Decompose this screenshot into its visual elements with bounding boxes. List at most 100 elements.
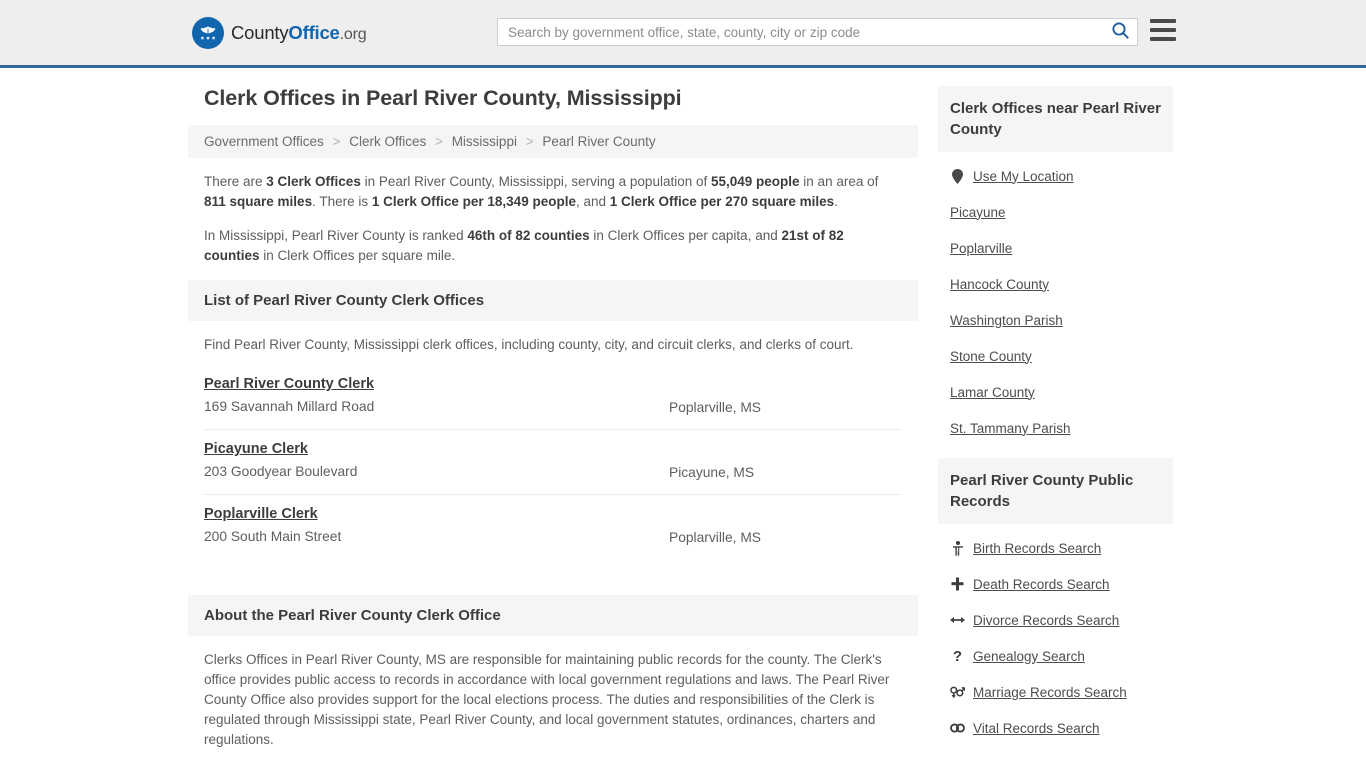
sidebar-item-vital-records[interactable]: Vital Records Search — [950, 710, 1173, 746]
office-details: Pearl River County Clerk 169 Savannah Mi… — [204, 375, 669, 414]
breadcrumb-item-government-offices[interactable]: Government Offices — [204, 134, 324, 149]
intro-text: in Clerk Offices per capita, and — [589, 228, 782, 243]
office-name-link[interactable]: Pearl River County Clerk — [204, 376, 374, 392]
table-row: Poplarville Clerk 200 South Main Street … — [204, 495, 902, 559]
breadcrumb-separator: > — [435, 134, 443, 149]
about-section-header: About the Pearl River County Clerk Offic… — [188, 595, 918, 636]
hamburger-bar-2 — [1150, 28, 1176, 32]
intro-text: . There is — [312, 194, 372, 209]
intro-text: In Mississippi, Pearl River County is ra… — [204, 228, 468, 243]
office-address: 203 Goodyear Boulevard — [204, 464, 358, 479]
about-section-body: Clerks Offices in Pearl River County, MS… — [188, 636, 918, 768]
main-column: Clerk Offices in Pearl River County, Mis… — [188, 86, 918, 768]
clerk-office-list: Pearl River County Clerk 169 Savannah Mi… — [188, 365, 918, 559]
question-mark-icon: ? — [952, 647, 963, 665]
sidebar-link[interactable]: Use My Location — [973, 169, 1074, 184]
breadcrumb-item-mississippi[interactable]: Mississippi — [452, 134, 517, 149]
sidebar-link[interactable]: Picayune — [950, 205, 1006, 220]
site-logo[interactable]: CountyOffice.org — [192, 16, 367, 49]
sidebar-item-picayune[interactable]: Picayune — [950, 194, 1173, 230]
search-input[interactable] — [498, 19, 1103, 45]
content-container: Clerk Offices in Pearl River County, Mis… — [188, 86, 1178, 768]
sidebar-link[interactable]: Poplarville — [950, 241, 1012, 256]
sidebar-link[interactable]: Lamar County — [950, 385, 1035, 400]
sidebar-link[interactable]: Death Records Search — [973, 577, 1110, 592]
breadcrumb-item-clerk-offices[interactable]: Clerk Offices — [349, 134, 426, 149]
rings-icon — [950, 723, 965, 733]
intro-text: There are — [204, 174, 267, 189]
sidebar-item-birth-records[interactable]: Birth Records Search — [950, 530, 1173, 566]
intro-paragraph-1: There are 3 Clerk Offices in Pearl River… — [204, 172, 902, 212]
sidebar-records-title: Pearl River County Public Records — [938, 458, 1173, 524]
sidebar-item-washington-parish[interactable]: Washington Parish — [950, 302, 1173, 338]
office-address: 169 Savannah Millard Road — [204, 399, 375, 414]
page-body: Clerk Offices in Pearl River County, Mis… — [0, 68, 1366, 768]
sidebar-item-stone-county[interactable]: Stone County — [950, 338, 1173, 374]
map-pin-icon — [950, 168, 965, 184]
sidebar-item-use-my-location[interactable]: Use My Location — [950, 158, 1173, 194]
intro-text: in Clerk Offices per square mile. — [259, 248, 456, 263]
about-lead-text: Residents may contact the Office of the … — [204, 764, 902, 768]
search-icon — [1111, 21, 1130, 43]
office-city: Poplarville, MS — [669, 400, 762, 415]
list-section-subtitle: Find Pearl River County, Mississippi cle… — [204, 337, 854, 352]
office-name-link[interactable]: Picayune Clerk — [204, 441, 308, 457]
search-button[interactable] — [1103, 19, 1137, 45]
stat-office-count: 3 Clerk Offices — [266, 174, 361, 189]
sidebar-item-divorce-records[interactable]: Divorce Records Search — [950, 602, 1173, 638]
hamburger-menu-icon[interactable] — [1150, 19, 1176, 41]
male-female-icon — [950, 685, 965, 699]
office-city: Poplarville, MS — [669, 530, 762, 545]
office-address: 200 South Main Street — [204, 529, 342, 544]
logo-text-org: .org — [339, 25, 367, 43]
stat-per-area: 1 Clerk Office per 270 square miles — [609, 194, 835, 209]
sidebar-item-hancock-county[interactable]: Hancock County — [950, 266, 1173, 302]
sidebar-records-list: Birth Records Search Death Records Searc… — [938, 524, 1173, 746]
sidebar-link[interactable]: Stone County — [950, 349, 1032, 364]
sidebar-item-lamar-county[interactable]: Lamar County — [950, 374, 1173, 410]
sidebar-link[interactable]: Marriage Records Search — [973, 685, 1127, 700]
office-name-link[interactable]: Poplarville Clerk — [204, 506, 318, 522]
sidebar-nearby-title: Clerk Offices near Pearl River County — [938, 86, 1173, 152]
stat-rank-capita: 46th of 82 counties — [467, 228, 590, 243]
stat-per-capita: 1 Clerk Office per 18,349 people — [371, 194, 576, 209]
eagle-seal-icon — [192, 16, 224, 49]
table-row: Picayune Clerk 203 Goodyear Boulevard Pi… — [204, 430, 902, 495]
sidebar-item-poplarville[interactable]: Poplarville — [950, 230, 1173, 266]
sidebar-link[interactable]: Vital Records Search — [973, 721, 1100, 736]
intro-paragraph-2: In Mississippi, Pearl River County is ra… — [204, 226, 902, 266]
intro-text: , and — [575, 194, 610, 209]
stat-population: 55,049 people — [710, 174, 800, 189]
sidebar-link[interactable]: Genealogy Search — [973, 649, 1085, 664]
site-header: CountyOffice.org — [0, 0, 1366, 68]
breadcrumb-item-pearl-river-county[interactable]: Pearl River County — [542, 134, 655, 149]
sidebar-item-st-tammany-parish[interactable]: St. Tammany Parish — [950, 410, 1173, 446]
intro-text: in an area of — [799, 174, 879, 189]
sidebar-nearby-list: Use My Location Picayune Poplarville Han… — [938, 152, 1173, 446]
office-details: Picayune Clerk 203 Goodyear Boulevard — [204, 440, 669, 479]
search-bar[interactable] — [497, 18, 1138, 46]
sidebar: Clerk Offices near Pearl River County Us… — [938, 86, 1173, 768]
hamburger-bar-1 — [1150, 19, 1176, 23]
sidebar-item-death-records[interactable]: Death Records Search — [950, 566, 1173, 602]
sidebar-item-genealogy[interactable]: ? Genealogy Search — [950, 638, 1173, 674]
about-paragraph: Clerks Offices in Pearl River County, MS… — [204, 652, 890, 747]
sidebar-link[interactable]: Washington Parish — [950, 313, 1063, 328]
sidebar-link[interactable]: St. Tammany Parish — [950, 421, 1071, 436]
hamburger-bar-3 — [1150, 37, 1176, 41]
breadcrumb-separator: > — [525, 134, 534, 149]
sidebar-item-marriage-records[interactable]: Marriage Records Search — [950, 674, 1173, 710]
breadcrumb: Government Offices > Clerk Offices > Mis… — [188, 125, 918, 158]
intro-text: in Pearl River County, Mississippi, serv… — [360, 174, 711, 189]
logo-text-office: Office — [288, 21, 340, 43]
sidebar-link[interactable]: Birth Records Search — [973, 541, 1101, 556]
intro-stats: There are 3 Clerk Offices in Pearl River… — [188, 172, 918, 266]
sidebar-link[interactable]: Divorce Records Search — [973, 613, 1119, 628]
sidebar-link[interactable]: Hancock County — [950, 277, 1049, 292]
left-right-arrow-icon — [950, 614, 965, 626]
breadcrumb-separator: > — [332, 134, 341, 149]
office-details: Poplarville Clerk 200 South Main Street — [204, 505, 669, 544]
table-row: Pearl River County Clerk 169 Savannah Mi… — [204, 365, 902, 430]
stat-area: 811 square miles — [204, 194, 313, 209]
logo-wordmark: CountyOffice.org — [231, 21, 367, 44]
